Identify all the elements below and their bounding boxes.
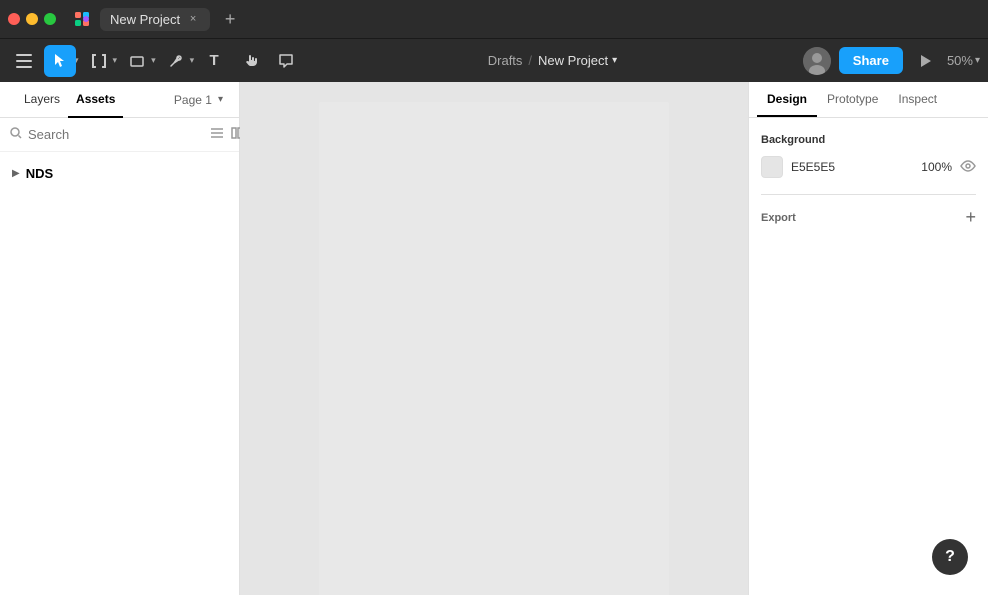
tab-assets[interactable]: Assets bbox=[68, 83, 123, 118]
title-bar: New Project × + bbox=[0, 0, 988, 38]
tab-layers[interactable]: Layers bbox=[16, 83, 68, 118]
drafts-label[interactable]: Drafts bbox=[488, 53, 523, 68]
comment-tool-button[interactable] bbox=[270, 45, 302, 77]
project-name[interactable]: New Project ▾ bbox=[538, 53, 617, 68]
hand-tool-button[interactable] bbox=[234, 45, 266, 77]
share-button[interactable]: Share bbox=[839, 47, 903, 74]
shape-tool-group: ▾ bbox=[121, 45, 156, 77]
select-tool-group: ▾ bbox=[44, 45, 79, 77]
panel-tabs: Layers Assets Page 1 ▾ bbox=[0, 82, 239, 118]
asset-group-arrow: ▶ bbox=[12, 168, 20, 179]
right-panel: Design Prototype Inspect Background E5E5… bbox=[748, 82, 988, 595]
pen-tool-button[interactable] bbox=[160, 45, 192, 77]
tab-prototype[interactable]: Prototype bbox=[817, 82, 888, 117]
tab-inspect[interactable]: Inspect bbox=[888, 82, 947, 117]
help-button[interactable]: ? bbox=[932, 539, 968, 575]
search-input[interactable] bbox=[28, 127, 204, 142]
visibility-icon[interactable] bbox=[960, 159, 976, 175]
add-tab-button[interactable]: + bbox=[218, 7, 242, 31]
search-icon bbox=[10, 127, 22, 142]
zoom-chevron: ▾ bbox=[975, 55, 980, 66]
minimize-button[interactable] bbox=[26, 13, 38, 25]
frame-tool-group: ▾ bbox=[83, 45, 118, 77]
zoom-level: 50% bbox=[947, 53, 973, 68]
assets-list: ▶ NDS bbox=[0, 152, 239, 195]
canvas-page bbox=[319, 102, 669, 595]
tab-name: New Project bbox=[110, 12, 180, 27]
page-selector[interactable]: Page 1 ▾ bbox=[174, 93, 223, 107]
window-controls bbox=[8, 13, 56, 25]
text-tool-button[interactable]: T bbox=[198, 45, 230, 77]
active-tab[interactable]: New Project × bbox=[100, 8, 210, 31]
export-row: Export + bbox=[761, 207, 976, 228]
toolbar-right: Share 50% ▾ bbox=[803, 47, 980, 75]
pen-tool-group: ▾ bbox=[160, 45, 195, 77]
export-add-button[interactable]: + bbox=[965, 207, 976, 228]
tab-design[interactable]: Design bbox=[757, 82, 817, 117]
avatar bbox=[803, 47, 831, 75]
tab-close-button[interactable]: × bbox=[186, 12, 200, 26]
divider bbox=[761, 194, 976, 195]
color-hex: E5E5E5 bbox=[791, 160, 913, 174]
export-section-label: Export bbox=[761, 212, 796, 224]
figma-icon bbox=[72, 9, 92, 29]
frame-tool-button[interactable] bbox=[83, 45, 115, 77]
page-label: Page 1 bbox=[174, 93, 212, 107]
asset-group-nds[interactable]: ▶ NDS bbox=[0, 160, 239, 187]
left-panel: Layers Assets Page 1 ▾ bbox=[0, 82, 240, 595]
search-bar bbox=[0, 118, 239, 152]
play-button[interactable] bbox=[911, 47, 939, 75]
background-section-label: Background bbox=[761, 134, 976, 146]
breadcrumb-separator: / bbox=[528, 53, 532, 68]
color-opacity: 100% bbox=[921, 160, 952, 174]
breadcrumb: Drafts / New Project ▾ bbox=[306, 53, 799, 68]
select-tool-button[interactable] bbox=[44, 45, 76, 77]
search-actions bbox=[210, 126, 244, 143]
close-button[interactable] bbox=[8, 13, 20, 25]
canvas[interactable] bbox=[240, 82, 748, 595]
zoom-control[interactable]: 50% ▾ bbox=[947, 53, 980, 68]
maximize-button[interactable] bbox=[44, 13, 56, 25]
menu-button[interactable] bbox=[8, 45, 40, 77]
right-content: Background E5E5E5 100% Export + bbox=[749, 118, 988, 595]
color-swatch[interactable] bbox=[761, 156, 783, 178]
list-view-icon[interactable] bbox=[210, 126, 224, 143]
background-row: E5E5E5 100% bbox=[761, 156, 976, 178]
asset-group-name: NDS bbox=[26, 166, 53, 181]
main-layout: Layers Assets Page 1 ▾ bbox=[0, 82, 988, 595]
shape-tool-button[interactable] bbox=[121, 45, 153, 77]
toolbar: ▾ ▾ ▾ ▾ bbox=[0, 38, 988, 82]
project-name-text: New Project bbox=[538, 53, 608, 68]
page-chevron: ▾ bbox=[218, 94, 223, 105]
right-tabs: Design Prototype Inspect bbox=[749, 82, 988, 118]
project-name-chevron: ▾ bbox=[612, 55, 617, 66]
